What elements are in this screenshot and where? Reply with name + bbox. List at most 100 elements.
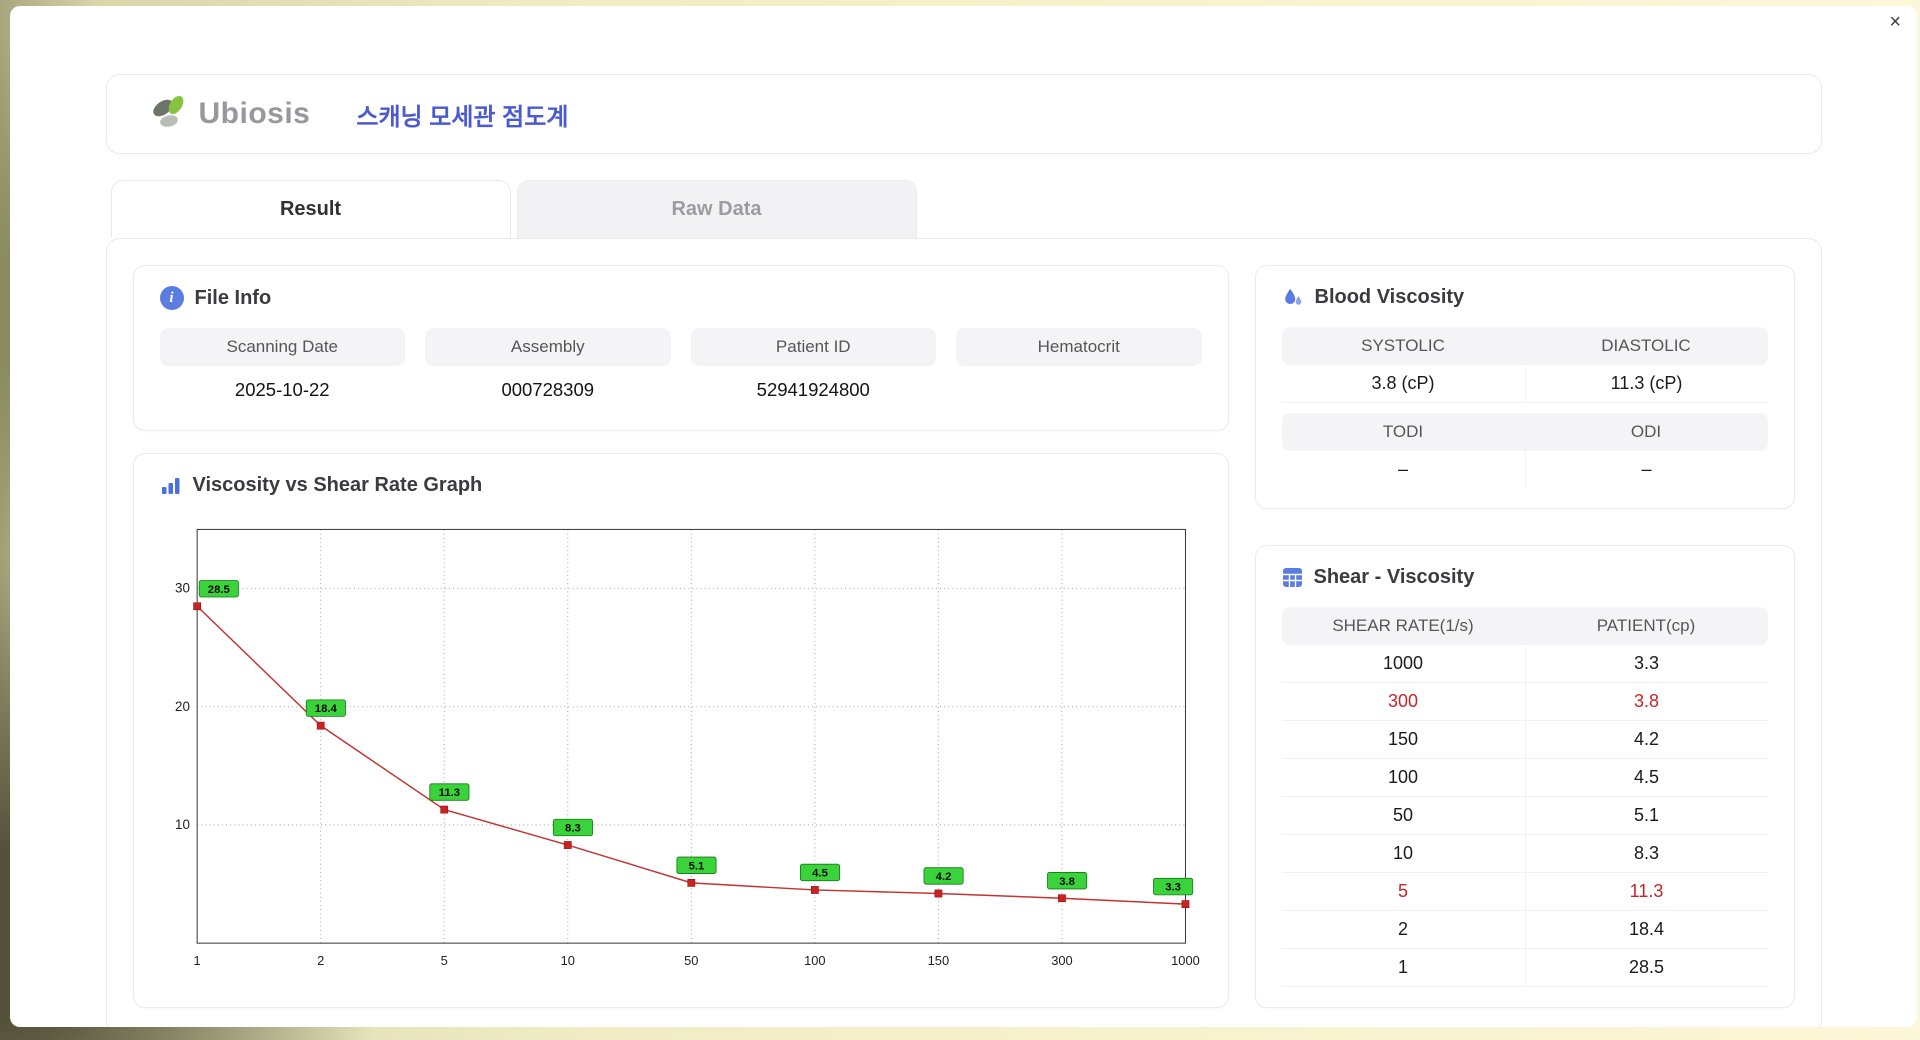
svg-text:4.5: 4.5 [812,868,828,880]
svg-text:28.5: 28.5 [207,584,229,596]
field-value: 2025-10-22 [234,379,330,400]
shear-table-header: SHEAR RATE(1/s) PATIENT(cp) [1281,607,1768,645]
tab-raw-data[interactable]: Raw Data [516,180,917,238]
leaf-logo-icon [149,93,195,135]
svg-text:150: 150 [927,953,948,968]
table-row: 100 4.5 [1281,759,1768,797]
patient-cell: 18.4 [1524,911,1768,948]
field-patient-id: Patient ID 52941924800 [690,328,936,410]
svg-text:5: 5 [440,953,447,968]
field-value: 52941924800 [756,379,870,400]
shear-rate-cell: 50 [1392,805,1414,825]
bv-header-2: TODI ODI [1281,413,1768,451]
page-title: 스캐닝 모세관 점도계 [356,103,569,131]
table-row: 10 8.3 [1281,835,1768,873]
shear-viscosity-title: Shear - Viscosity [1313,566,1475,588]
blood-drop-icon [1282,287,1304,309]
tab-bar: Result Raw Data [106,180,1822,238]
shear-table-body: 1000 3.3 300 3.8 150 4.2 100 4.5 50 5.1 … [1281,645,1768,987]
grid-table-icon [1282,567,1303,588]
svg-text:8.3: 8.3 [565,823,581,835]
app-window: × Ubiosis 스캐닝 모세관 점도계 Result Raw Data i … [10,6,1917,1027]
svg-text:20: 20 [175,699,190,714]
shear-rate-cell: 1 [1397,957,1408,977]
diastolic-label: DIASTOLIC [1601,336,1691,355]
close-icon[interactable]: × [1889,12,1901,32]
graph-card: Viscosity vs Shear Rate Graph 10 20 30 28.5… [132,453,1229,1008]
todi-label: TODI [1382,422,1424,441]
table-row: 150 4.2 [1281,721,1768,759]
patient-cell: 28.5 [1524,949,1768,986]
file-info-card: i File Info Scanning Date 2025-10-22 Ass… [132,265,1229,431]
viscosity-chart: 10 20 30 28.5 18.4 11.3 8.3 5.1 4.5 4.2 3.8 3.3 1 2 5 1… [160,515,1202,974]
field-value [956,366,1202,410]
table-row: 300 3.8 [1281,683,1768,721]
svg-text:10: 10 [175,817,190,832]
table-row: 1 28.5 [1281,949,1768,987]
result-panel: i File Info Scanning Date 2025-10-22 Ass… [105,238,1822,1027]
field-value: 000728309 [501,379,595,400]
svg-text:11.3: 11.3 [438,787,459,799]
shear-rate-cell: 10 [1392,843,1414,863]
info-icon: i [159,286,184,310]
bar-chart-icon [160,476,182,496]
app-header: Ubiosis 스캐닝 모세관 점도계 [105,74,1822,154]
svg-text:30: 30 [175,581,190,596]
diastolic-value: 11.3 (cP) [1524,365,1768,402]
shear-viscosity-card: Shear - Viscosity SHEAR RATE(1/s) PATIEN… [1254,545,1795,1008]
blood-viscosity-title: Blood Viscosity [1314,286,1465,308]
patient-cell: 4.5 [1524,759,1768,796]
svg-text:100: 100 [804,953,825,968]
logo-text: Ubiosis [198,97,311,130]
svg-text:300: 300 [1051,953,1072,968]
blood-viscosity-card: Blood Viscosity SYSTOLIC DIASTOLIC 3.8 (… [1254,265,1795,509]
right-column: Blood Viscosity SYSTOLIC DIASTOLIC 3.8 (… [1254,265,1795,1008]
bv-values-2: – – [1282,451,1768,488]
bv-values-1: 3.8 (cP) 11.3 (cP) [1281,365,1768,403]
svg-text:3.3: 3.3 [1165,882,1181,894]
systolic-label: SYSTOLIC [1361,336,1445,355]
graph-title: Viscosity vs Shear Rate Graph [192,474,483,496]
field-label: Patient ID [690,328,936,366]
left-column: i File Info Scanning Date 2025-10-22 Ass… [132,265,1229,1008]
field-scanning-date: Scanning Date 2025-10-22 [159,328,405,410]
svg-text:50: 50 [684,953,698,968]
svg-text:10: 10 [560,953,574,968]
svg-text:1000: 1000 [1171,953,1200,968]
field-assembly: Assembly 000728309 [425,328,671,410]
file-info-title: File Info [194,286,272,309]
table-row: 50 5.1 [1281,797,1768,835]
odi-label: ODI [1630,422,1662,441]
svg-text:18.4: 18.4 [314,703,337,715]
field-label: Assembly [425,328,671,366]
systolic-value: 3.8 (cP) [1371,373,1435,393]
ubiosis-logo: Ubiosis [149,93,311,135]
patient-cell: 8.3 [1524,835,1768,872]
odi-value: – [1524,451,1768,488]
file-info-fields: Scanning Date 2025-10-22 Assembly 000728… [159,328,1202,410]
field-label: Hematocrit [956,328,1202,366]
table-row: 5 11.3 [1281,873,1768,911]
shear-rate-cell: 1000 [1382,653,1424,673]
shear-rate-cell: 150 [1387,729,1419,749]
main-container: Ubiosis 스캐닝 모세관 점도계 Result Raw Data i Fi… [105,74,1822,1027]
bv-header-1: SYSTOLIC DIASTOLIC [1281,327,1768,365]
field-hematocrit: Hematocrit [956,328,1202,410]
svg-text:2: 2 [317,953,324,968]
patient-cell: 11.3 [1524,873,1768,910]
patient-column-header: PATIENT(cp) [1596,616,1696,635]
svg-text:4.2: 4.2 [935,871,951,883]
svg-text:1: 1 [193,953,200,968]
shear-rate-cell: 2 [1397,919,1408,939]
shear-rate-cell: 300 [1387,691,1419,711]
shear-rate-cell: 100 [1387,767,1419,787]
patient-cell: 4.2 [1524,721,1768,758]
tab-result[interactable]: Result [110,180,511,238]
patient-cell: 3.3 [1524,645,1768,682]
todi-value: – [1397,459,1408,479]
field-label: Scanning Date [159,328,405,366]
svg-text:3.8: 3.8 [1059,876,1075,888]
patient-cell: 5.1 [1524,797,1768,834]
table-row: 2 18.4 [1281,911,1768,949]
svg-text:5.1: 5.1 [688,860,704,872]
